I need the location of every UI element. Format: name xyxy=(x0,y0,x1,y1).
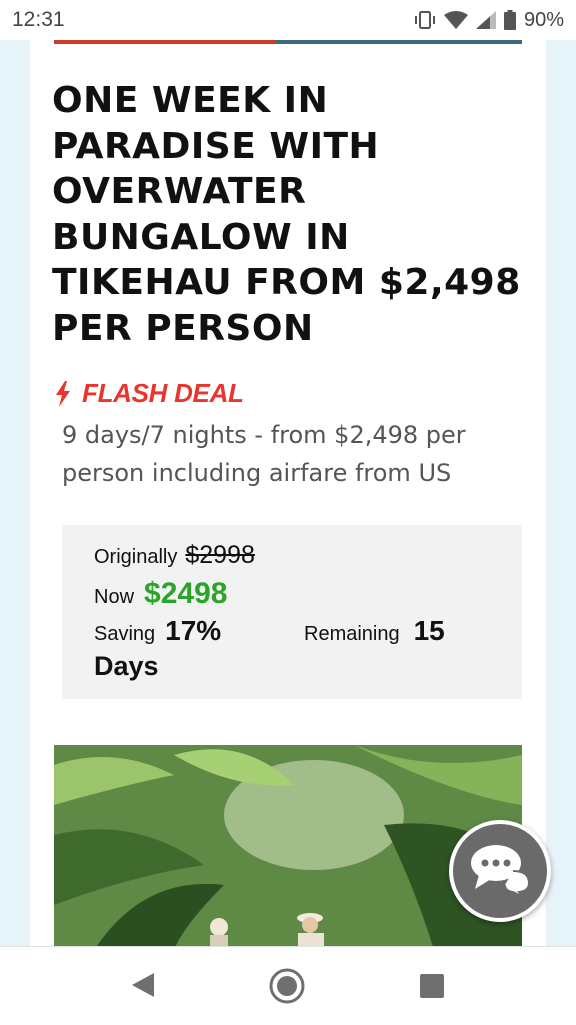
deal-headline[interactable]: ONE WEEK IN PARADISE WITH OVERWATER BUNG… xyxy=(52,78,532,351)
now-price: $2498 xyxy=(144,577,228,610)
saving-label: Saving xyxy=(94,623,156,645)
saving-value: 17% xyxy=(165,615,222,646)
wifi-icon xyxy=(443,11,468,29)
vibrate-icon xyxy=(414,11,436,29)
previous-image-strip-right xyxy=(276,40,522,44)
deal-card: ONE WEEK IN PARADISE WITH OVERWATER BUNG… xyxy=(30,40,546,950)
now-label: Now xyxy=(94,586,135,608)
home-circle-icon[interactable] xyxy=(268,967,306,1010)
system-navigation-bar xyxy=(0,946,576,1025)
lightning-bolt-icon xyxy=(54,380,72,407)
days-row: Days xyxy=(94,651,159,682)
recents-square-icon[interactable] xyxy=(419,973,445,1004)
battery-percent: 90% xyxy=(523,8,564,31)
jungle-hikers-photo[interactable] xyxy=(54,745,522,950)
remaining-label: Remaining xyxy=(304,623,400,645)
original-price-row: Originally $2998 xyxy=(94,541,255,570)
remaining-group: Remaining 15 xyxy=(304,615,445,647)
status-icons: 90% xyxy=(414,8,564,32)
chat-bubbles-icon xyxy=(469,841,531,902)
deal-subtitle: 9 days/7 nights - from $2,498 per person… xyxy=(62,421,466,487)
status-bar: 12:31 90% xyxy=(0,0,576,40)
flash-deal-label: FLASH DEAL xyxy=(82,378,244,408)
remaining-value: 15 xyxy=(413,615,445,646)
price-summary-box: Originally $2998 Now $2498 Saving 17% Remai… xyxy=(62,525,522,699)
original-price: $2998 xyxy=(185,541,255,569)
status-time: 12:31 xyxy=(12,8,65,31)
saving-row: Saving 17% Remaining 15 xyxy=(94,615,514,647)
now-price-row: Now $2498 xyxy=(94,577,227,611)
cellular-signal-icon xyxy=(475,11,496,29)
back-triangle-icon[interactable] xyxy=(130,971,156,1004)
days-label: Days xyxy=(94,651,159,681)
flash-deal-badge: FLASH DEAL xyxy=(54,378,244,409)
battery-icon xyxy=(503,10,516,30)
originally-label: Originally xyxy=(94,546,178,568)
chat-button[interactable] xyxy=(449,820,551,922)
